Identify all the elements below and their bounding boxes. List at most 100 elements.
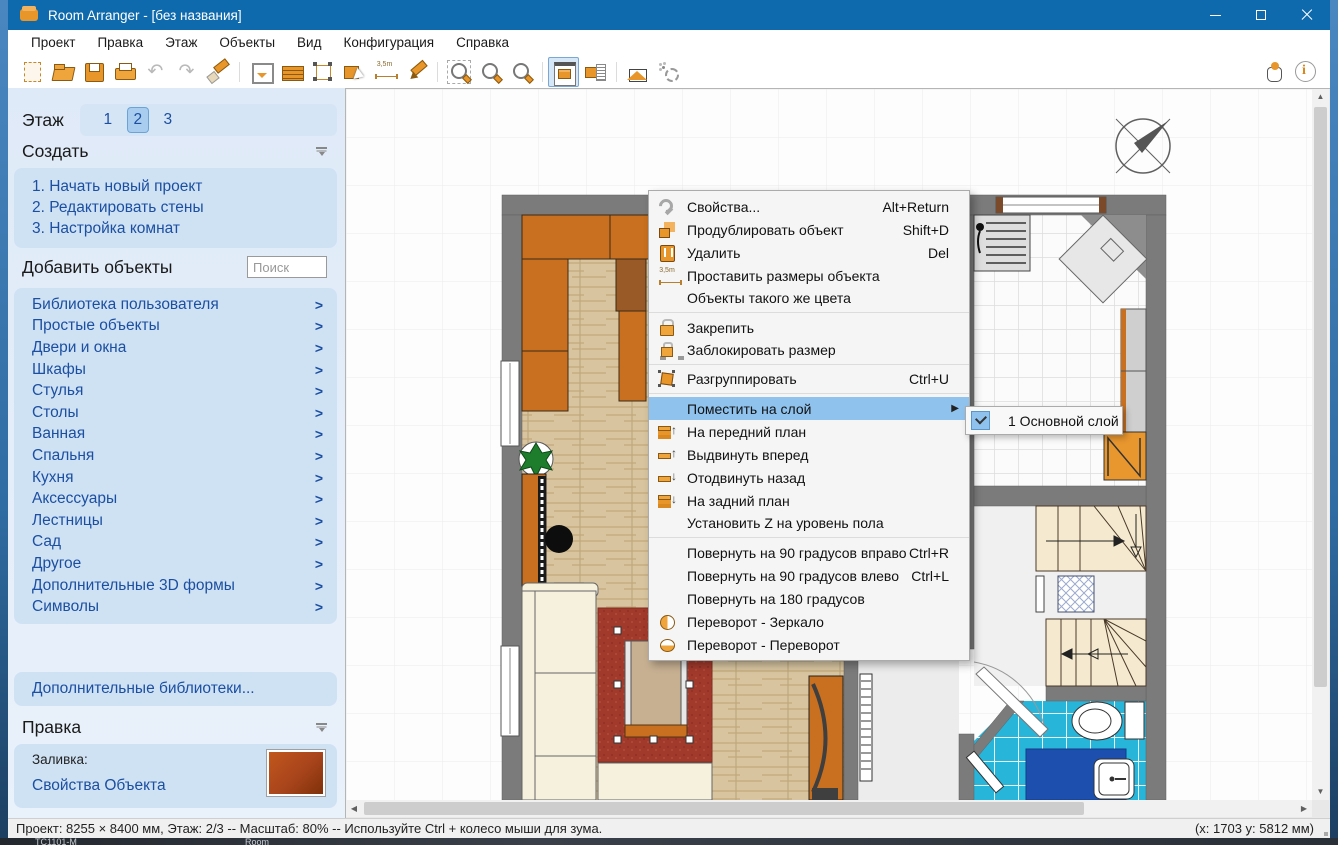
more-libraries-link[interactable]: Дополнительные библиотеки... — [32, 680, 255, 698]
kitchen-sink[interactable] — [973, 214, 1031, 272]
wall-hall-lower[interactable] — [958, 733, 975, 800]
menu-bar-item[interactable]: Этаж — [154, 30, 208, 56]
context-menu-item[interactable]: Объекты такого же цвета ▶ — [649, 287, 969, 313]
toolbar-button[interactable] — [140, 57, 171, 87]
sofa-bottom[interactable] — [597, 762, 713, 800]
menu-bar-item[interactable]: Вид — [286, 30, 332, 56]
horizontal-scrollbar[interactable]: ◀ ▶ — [346, 800, 1312, 817]
toolbar-button[interactable] — [616, 57, 653, 87]
toolbar-button[interactable] — [202, 57, 233, 87]
category-item[interactable]: Столы — [14, 402, 337, 424]
context-menu-item[interactable]: 3,5m Проставить размеры объекта ▶ — [649, 264, 969, 287]
stair-landing[interactable] — [1057, 575, 1095, 613]
category-item[interactable]: Простые объекты — [14, 316, 337, 338]
context-menu-item[interactable]: Разгруппировать Ctrl+U ▶ — [649, 368, 969, 394]
toolbar-button[interactable] — [307, 57, 338, 87]
create-step-link[interactable]: 3. Настройка комнат — [32, 220, 337, 238]
floor-button[interactable]: 1 — [98, 108, 118, 132]
toolbar-button[interactable] — [400, 57, 431, 87]
toolbar-button[interactable] — [653, 57, 684, 87]
context-menu-item[interactable]: На передний план ▶ — [649, 420, 969, 443]
toolbar-button[interactable]: 3,5m — [369, 57, 400, 87]
layer-submenu-item[interactable]: 1 Основной слой — [966, 411, 1122, 430]
toolbar-button[interactable] — [239, 57, 276, 87]
context-menu-item[interactable]: Продублировать объект Shift+D ▶ — [649, 218, 969, 241]
category-item[interactable]: Библиотека пользователя — [14, 294, 337, 316]
collapse-filter-icon[interactable] — [316, 146, 327, 156]
create-step-link[interactable]: 1. Начать новый проект — [32, 178, 337, 196]
desk[interactable] — [615, 258, 647, 312]
context-menu-item[interactable]: Отодвинуть назад ▶ — [649, 466, 969, 489]
category-item[interactable]: Двери и окна — [14, 337, 337, 359]
sofa[interactable] — [521, 582, 599, 800]
context-menu-item[interactable]: Переворот - Переворот ▶ — [649, 633, 969, 656]
context-menu-item[interactable]: Закрепить ▶ — [649, 316, 969, 339]
maximize-button[interactable] — [1238, 0, 1284, 30]
create-step-link[interactable]: 2. Редактировать стены — [32, 199, 337, 217]
category-item[interactable]: Ванная — [14, 424, 337, 446]
wall-kitchen-bottom[interactable] — [973, 485, 1147, 507]
toolbar-button[interactable] — [171, 57, 202, 87]
wall-right[interactable] — [1145, 214, 1167, 800]
toolbar-button[interactable] — [109, 57, 140, 87]
taskbar-item[interactable]: Room — [245, 838, 269, 845]
toolbar-button[interactable] — [579, 57, 610, 87]
floor-button[interactable]: 2 — [127, 108, 148, 132]
taskbar-item[interactable]: TC1101-M — [35, 838, 77, 845]
context-menu-item[interactable]: Переворот - Зеркало ▶ — [649, 610, 969, 633]
context-menu-item[interactable]: Установить Z на уровень пола ▶ — [649, 512, 969, 538]
context-menu-item[interactable]: Свойства... Alt+Return ▶ — [649, 195, 969, 218]
menu-bar-item[interactable]: Справка — [445, 30, 520, 56]
hall-radiator[interactable] — [859, 673, 873, 782]
category-item[interactable]: Сад — [14, 532, 337, 554]
category-item[interactable]: Другое — [14, 553, 337, 575]
floor-button[interactable]: 3 — [158, 108, 178, 132]
vertical-scroll-thumb[interactable] — [1314, 107, 1327, 687]
toolbar-button[interactable] — [1289, 57, 1320, 87]
context-menu-item[interactable]: Повернуть на 90 градусов вправо Ctrl+R ▶ — [649, 541, 969, 564]
plant[interactable] — [518, 441, 554, 479]
stool[interactable] — [545, 525, 573, 553]
cabinet-tall[interactable] — [618, 310, 647, 402]
toolbar-button[interactable] — [1258, 57, 1289, 87]
piano[interactable] — [521, 473, 547, 589]
context-menu-item[interactable]: Выдвинуть вперед ▶ — [649, 443, 969, 466]
category-item[interactable]: Аксессуары — [14, 488, 337, 510]
toolbar-button[interactable] — [474, 57, 505, 87]
kitchen-counter[interactable] — [1120, 308, 1147, 435]
kitchen-appliance[interactable] — [1103, 431, 1147, 481]
category-item[interactable]: Шкафы — [14, 359, 337, 381]
context-menu-item[interactable]: Удалить Del ▶ — [649, 241, 969, 264]
menu-bar-item[interactable]: Проект — [20, 30, 86, 56]
menu-bar-item[interactable]: Правка — [86, 30, 154, 56]
context-menu-item[interactable]: Повернуть на 180 градусов ▶ — [649, 587, 969, 610]
toolbar-button[interactable] — [78, 57, 109, 87]
context-menu-item[interactable]: Заблокировать размер ▶ — [649, 339, 969, 365]
toolbar-button[interactable] — [16, 57, 47, 87]
wardrobe[interactable] — [808, 675, 844, 800]
horizontal-scroll-thumb[interactable] — [364, 802, 1084, 815]
menu-bar-item[interactable]: Объекты — [208, 30, 286, 56]
toolbar-button[interactable] — [47, 57, 78, 87]
toolbar-button[interactable] — [542, 57, 579, 87]
toolbar-button[interactable] — [276, 57, 307, 87]
scroll-right-icon[interactable]: ▶ — [1296, 800, 1312, 817]
context-menu-item[interactable]: Повернуть на 90 градусов влево Ctrl+L ▶ — [649, 564, 969, 587]
scroll-left-icon[interactable]: ◀ — [346, 800, 362, 817]
toilet[interactable] — [1071, 701, 1145, 741]
scroll-down-icon[interactable]: ▼ — [1312, 784, 1329, 800]
category-item[interactable]: Кухня — [14, 467, 337, 489]
close-button[interactable] — [1284, 0, 1330, 30]
toolbar-button[interactable] — [505, 57, 536, 87]
category-item[interactable]: Стулья — [14, 380, 337, 402]
category-item[interactable]: Спальня — [14, 445, 337, 467]
category-item[interactable]: Символы — [14, 596, 337, 618]
resize-grip[interactable] — [1324, 832, 1328, 836]
search-input[interactable] — [247, 256, 327, 278]
context-menu-item[interactable]: Поместить на слой ▶ — [649, 397, 969, 420]
toolbar-button[interactable] — [437, 57, 474, 87]
minimize-button[interactable] — [1192, 0, 1238, 30]
collapse-filter-icon[interactable] — [316, 722, 327, 732]
context-menu-item[interactable]: На задний план ▶ — [649, 489, 969, 512]
category-item[interactable]: Дополнительные 3D формы — [14, 575, 337, 597]
